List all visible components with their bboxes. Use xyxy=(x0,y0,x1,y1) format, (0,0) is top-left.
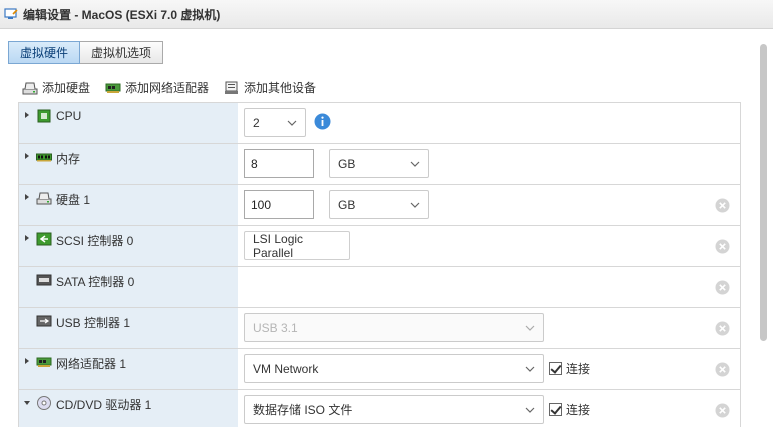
device-value-cell: VM Network 连接 xyxy=(238,349,741,389)
device-name: 硬盘 1 xyxy=(56,193,91,207)
device-label-cell: SCSI 控制器 0 xyxy=(18,226,238,266)
tab-virtual-hardware[interactable]: 虚拟硬件 xyxy=(8,41,81,64)
expand-caret-icon[interactable] xyxy=(25,194,29,200)
device-name: USB 控制器 1 xyxy=(56,316,131,330)
remove-icon[interactable] xyxy=(715,280,730,295)
usb-version-select: USB 3.1 xyxy=(244,313,544,342)
expand-caret-icon[interactable] xyxy=(25,358,29,364)
memory-icon xyxy=(36,153,52,162)
chevron-down-icon xyxy=(525,407,535,413)
vertical-scrollbar[interactable] xyxy=(757,30,769,427)
device-name: SATA 控制器 0 xyxy=(56,275,135,289)
network-connect-checkbox[interactable]: 连接 xyxy=(549,360,590,377)
chevron-down-icon xyxy=(525,325,535,331)
sata-icon xyxy=(36,274,52,286)
device-name: 内存 xyxy=(56,152,81,166)
device-name: SCSI 控制器 0 xyxy=(56,234,134,248)
device-row-network: 网络适配器 1 VM Network 连接 xyxy=(18,349,741,390)
device-row-usb: USB 控制器 1 USB 3.1 xyxy=(18,308,741,349)
remove-icon[interactable] xyxy=(715,321,730,336)
remove-icon[interactable] xyxy=(715,362,730,377)
connect-label: 连接 xyxy=(566,362,591,376)
window-title: 编辑设置 - MacOS (ESXi 7.0 虚拟机) xyxy=(23,7,221,22)
network-icon xyxy=(36,357,52,367)
cd-icon xyxy=(37,396,51,410)
chevron-down-icon xyxy=(525,366,535,372)
remove-icon[interactable] xyxy=(715,403,730,418)
device-label-cell: CPU xyxy=(18,103,238,143)
disk-unit-select[interactable]: GB xyxy=(329,190,429,219)
cpu-count-select[interactable]: 2 xyxy=(244,108,306,137)
device-label-cell: CD/DVD 驱动器 1 xyxy=(18,390,238,427)
cpu-count-value: 2 xyxy=(253,115,260,130)
device-list: CPU 2 内存 8 GB 硬盘 1 100 GB SCSI 控制器 0 LSI… xyxy=(18,102,741,427)
expand-caret-icon[interactable] xyxy=(25,112,29,118)
usb-icon xyxy=(36,315,52,327)
usb-version-value: USB 3.1 xyxy=(253,320,298,335)
cdrom-connect-checkbox[interactable]: 连接 xyxy=(549,401,590,418)
disk-icon xyxy=(36,192,52,205)
checkbox-checked-icon[interactable] xyxy=(549,403,562,416)
expand-caret-icon[interactable] xyxy=(25,153,29,159)
remove-icon[interactable] xyxy=(715,239,730,254)
device-name: CD/DVD 驱动器 1 xyxy=(56,398,152,412)
cdrom-source-value: 数据存储 ISO 文件 xyxy=(253,403,353,417)
disk-size-input[interactable]: 100 xyxy=(244,190,314,219)
device-value-cell: 8 GB xyxy=(238,144,741,184)
add-disk-label: 添加硬盘 xyxy=(42,81,91,95)
network-value: VM Network xyxy=(253,361,319,376)
memory-unit-select[interactable]: GB xyxy=(329,149,429,178)
tab-bar: 虚拟硬件 虚拟机选项 xyxy=(8,41,164,64)
add-other-device-label: 添加其他设备 xyxy=(244,81,317,95)
device-value-cell: LSI Logic Parallel xyxy=(238,226,741,266)
device-label-cell: 内存 xyxy=(18,144,238,184)
scrollbar-thumb[interactable] xyxy=(760,44,767,341)
device-name: CPU xyxy=(56,109,82,123)
device-value-cell: USB 3.1 xyxy=(238,308,741,348)
tab-vm-options[interactable]: 虚拟机选项 xyxy=(80,41,164,64)
disk-unit-value: GB xyxy=(338,197,356,212)
device-label-cell: 网络适配器 1 xyxy=(18,349,238,389)
device-value-cell: 2 xyxy=(238,103,741,143)
device-name: 网络适配器 1 xyxy=(56,357,127,371)
info-icon[interactable] xyxy=(314,113,331,130)
device-value-cell: 100 GB xyxy=(238,185,741,225)
window-titlebar: 编辑设置 - MacOS (ESXi 7.0 虚拟机) xyxy=(0,0,773,29)
device-row-cdrom: CD/DVD 驱动器 1 数据存储 ISO 文件 连接 xyxy=(18,390,741,427)
device-row-sata: SATA 控制器 0 xyxy=(18,267,741,308)
device-row-disk: 硬盘 1 100 GB xyxy=(18,185,741,226)
device-row-memory: 内存 8 GB xyxy=(18,144,741,185)
device-icon xyxy=(225,81,239,94)
device-label-cell: SATA 控制器 0 xyxy=(18,267,238,307)
add-network-adapter-button[interactable]: 添加网络适配器 xyxy=(105,79,209,96)
cpu-icon xyxy=(37,109,51,123)
collapse-caret-icon[interactable] xyxy=(24,401,30,405)
chevron-down-icon xyxy=(287,120,297,126)
device-row-cpu: CPU 2 xyxy=(18,103,741,144)
disk-icon xyxy=(22,82,38,94)
checkbox-checked-icon[interactable] xyxy=(549,362,562,375)
add-other-device-button[interactable]: 添加其他设备 xyxy=(224,79,316,96)
network-select[interactable]: VM Network xyxy=(244,354,544,383)
remove-icon[interactable] xyxy=(715,198,730,213)
chevron-down-icon xyxy=(410,202,420,208)
device-value-cell xyxy=(238,267,741,307)
vm-edit-icon xyxy=(4,8,18,19)
cdrom-source-select[interactable]: 数据存储 ISO 文件 xyxy=(244,395,544,424)
network-card-icon xyxy=(105,83,121,93)
memory-size-input[interactable]: 8 xyxy=(244,149,314,178)
chevron-down-icon xyxy=(410,161,420,167)
device-row-scsi: SCSI 控制器 0 LSI Logic Parallel xyxy=(18,226,741,267)
device-toolbar: 添加硬盘 添加网络适配器 添加其他设备 xyxy=(22,79,331,96)
scsi-icon xyxy=(36,232,52,246)
memory-unit-value: GB xyxy=(338,156,356,171)
add-disk-button[interactable]: 添加硬盘 xyxy=(22,79,90,96)
add-network-adapter-label: 添加网络适配器 xyxy=(125,81,210,95)
connect-label: 连接 xyxy=(566,403,591,417)
device-value-cell: 数据存储 ISO 文件 连接 xyxy=(238,390,741,427)
device-label-cell: USB 控制器 1 xyxy=(18,308,238,348)
device-label-cell: 硬盘 1 xyxy=(18,185,238,225)
expand-caret-icon[interactable] xyxy=(25,235,29,241)
scsi-type-button[interactable]: LSI Logic Parallel xyxy=(244,231,350,260)
